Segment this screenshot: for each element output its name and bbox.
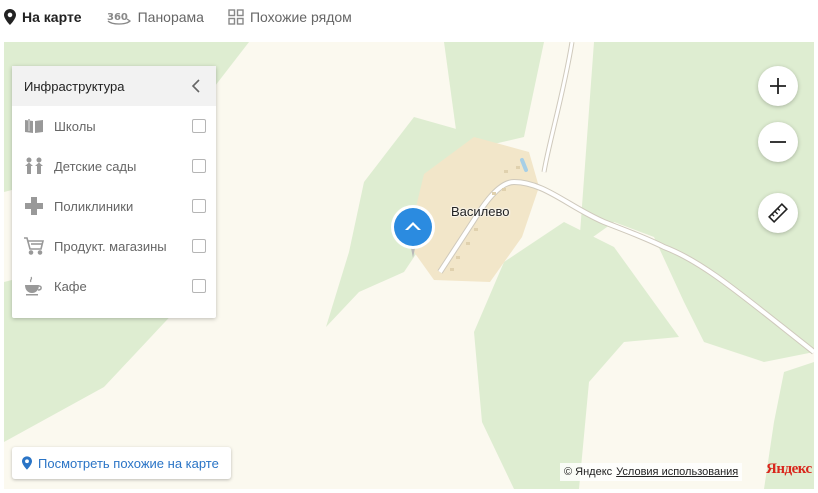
grid-icon [228,9,244,25]
infra-item-label: Кафе [54,278,87,294]
place-name-label: Василево [451,204,510,219]
coffee-cup-icon [24,276,44,296]
copyright-text: © Яндекс [564,466,613,478]
panorama-360-icon: 360 [106,9,132,25]
tab-label: На карте [22,9,82,25]
ruler-button[interactable] [758,193,798,233]
book-icon [24,116,44,136]
property-placemark[interactable] [390,204,436,260]
ruler-icon [768,203,788,223]
children-icon [24,156,44,176]
shopping-cart-icon [24,236,44,256]
collapse-chevron-icon[interactable] [188,78,204,94]
tab-label: Похожие рядом [249,9,352,25]
infra-item-label: Поликлиники [54,198,134,214]
infra-item-kindergartens[interactable]: Детские сады [12,146,216,186]
infrastructure-header: Инфраструктура [12,66,216,106]
clinics-checkbox[interactable] [192,199,206,213]
cafe-checkbox[interactable] [192,279,206,293]
infra-item-clinics[interactable]: Поликлиники [12,186,216,226]
kindergartens-checkbox[interactable] [192,159,206,173]
medical-cross-icon [24,196,44,216]
view-tabs: На карте 360 Панорама Похожие рядом [0,0,818,34]
infra-item-label: Детские сады [54,158,137,174]
minus-icon [770,141,786,143]
infrastructure-panel: Инфраструктура Школы Детские сады Поликл… [12,66,216,318]
map-copyright: © Яндекс Условия использования [560,463,743,481]
see-similar-label: Посмотреть похожие на карте [38,455,219,471]
infra-item-grocery[interactable]: Продукт. магазины [12,226,216,266]
infra-item-label: Школы [54,118,96,134]
plus-icon [770,78,786,94]
map-view[interactable]: Инфраструктура Школы Детские сады Поликл… [4,42,814,489]
zoom-out-button[interactable] [758,122,798,162]
tab-panorama[interactable]: 360 Панорама [106,0,204,34]
tab-similar-nearby[interactable]: Похожие рядом [228,0,352,34]
infrastructure-title: Инфраструктура [24,78,125,94]
schools-checkbox[interactable] [192,119,206,133]
map-pin-icon [4,9,16,25]
grocery-checkbox[interactable] [192,239,206,253]
svg-text:360: 360 [107,12,128,23]
tab-on-map[interactable]: На карте [4,0,82,34]
yandex-logo[interactable]: Яндекс [766,461,812,478]
tab-label: Панорама [137,9,204,25]
zoom-in-button[interactable] [758,66,798,106]
infra-item-label: Продукт. магазины [54,238,167,254]
terms-of-use-link[interactable]: Условия использования [616,466,738,478]
see-similar-on-map-button[interactable]: Посмотреть похожие на карте [12,447,231,479]
infra-item-cafe[interactable]: Кафе [12,266,216,306]
infra-item-schools[interactable]: Школы [12,106,216,146]
map-pin-icon [22,456,32,470]
